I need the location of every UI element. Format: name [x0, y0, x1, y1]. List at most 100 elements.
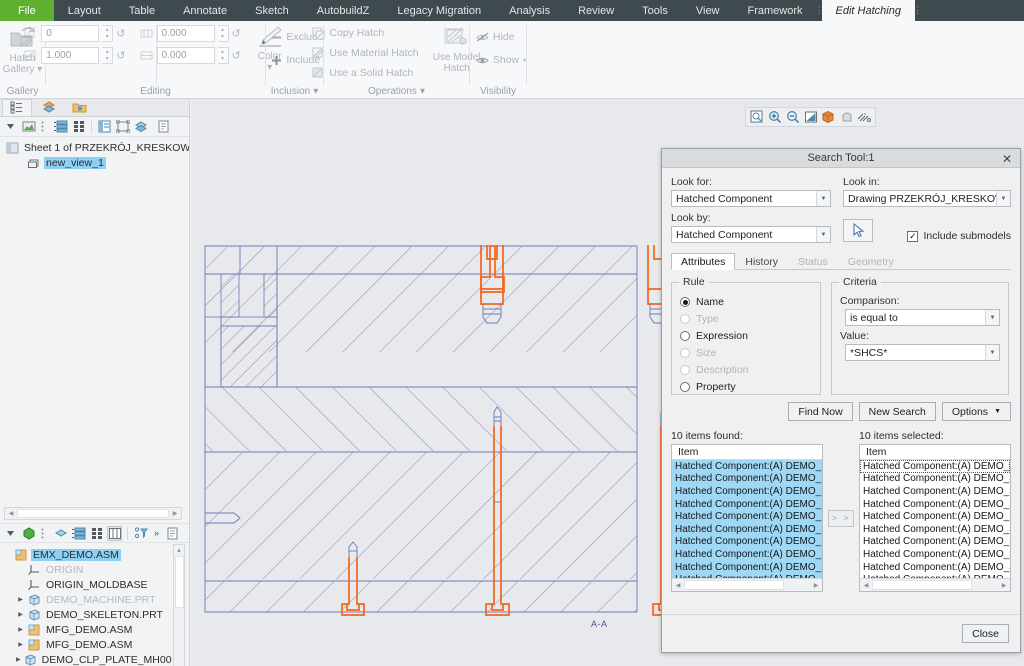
- more-icon[interactable]: [39, 526, 45, 541]
- columns-icon[interactable]: [71, 119, 86, 134]
- scroll-right-icon[interactable]: ▶: [998, 582, 1010, 589]
- annotation-display-icon[interactable]: x: [856, 109, 873, 126]
- tree-item[interactable]: ▶ MFG_DEMO.ASM: [3, 622, 172, 637]
- list-item[interactable]: Hatched Component:(A) DEMO_SH: [672, 485, 822, 498]
- items-found-list[interactable]: Item Hatched Component:(A) DEMO_SH Hatche…: [671, 444, 823, 592]
- model-icon[interactable]: [21, 526, 36, 541]
- list-item[interactable]: Hatched Component:(A) DEMO_SH: [860, 536, 1010, 549]
- scroll-track[interactable]: [872, 580, 972, 590]
- list-item[interactable]: Hatched Component:(A) DEMO_SH: [672, 522, 822, 536]
- ribbon-group-inclusion-label[interactable]: Inclusion ▾: [271, 84, 319, 99]
- hatch-offset-x-reset-icon[interactable]: ↺: [232, 27, 241, 40]
- list-item[interactable]: Hatched Component:(A) DEMO_SH: [672, 510, 822, 523]
- list-item[interactable]: Hatched Component:(A) DEMO_SH: [860, 523, 1010, 536]
- move-to-selected-button[interactable]: > >: [828, 509, 854, 527]
- use-solid-hatch-button[interactable]: Use a Solid Hatch: [309, 64, 421, 82]
- ribbon-tab-file[interactable]: File: [0, 0, 54, 21]
- list-item[interactable]: Hatched Component:(A) DEMO_SH: [672, 560, 822, 574]
- hatch-offset-x-spinner[interactable]: ▲ ▼: [217, 25, 229, 42]
- tree-item[interactable]: ▶ MFG_DEMO.ASM: [3, 637, 172, 652]
- scroll-track[interactable]: [684, 580, 784, 590]
- value-combo[interactable]: *SHCS* ▼: [845, 344, 1000, 361]
- chevron-down-icon[interactable]: ▼: [996, 191, 1010, 206]
- hatch-offset-x-input[interactable]: 0.000: [156, 25, 215, 42]
- include-submodels-checkbox[interactable]: ✓: [907, 230, 919, 242]
- tree-item[interactable]: ORIGIN_MOLDBASE: [3, 577, 172, 592]
- list-item[interactable]: Hatched Component:(A) DEMO_SH: [672, 460, 822, 473]
- ribbon-tab-review[interactable]: Review: [564, 0, 628, 21]
- dialog-tab-history[interactable]: History: [735, 253, 788, 270]
- radio-icon[interactable]: [680, 382, 690, 392]
- frame-icon[interactable]: [115, 119, 130, 134]
- ribbon-tab-view[interactable]: View: [682, 0, 734, 21]
- radio-icon[interactable]: [680, 297, 690, 307]
- comparison-combo[interactable]: is equal to ▼: [845, 309, 1000, 326]
- list-item[interactable]: Hatched Component:(A) DEMO_SH: [860, 473, 1010, 486]
- show-button[interactable]: Show ▾: [473, 51, 529, 69]
- expand-arrow-icon[interactable]: ▶: [16, 596, 25, 603]
- zoom-in-icon[interactable]: [766, 109, 783, 126]
- expand-arrow-icon[interactable]: ▶: [16, 611, 25, 618]
- filter-arrow-icon[interactable]: [3, 526, 18, 541]
- hatch-offset-y-spinner[interactable]: ▲ ▼: [217, 47, 229, 64]
- list-item[interactable]: Hatched Component:(A) DEMO_SH: [672, 472, 822, 486]
- zoom-out-icon[interactable]: [784, 109, 801, 126]
- options-button[interactable]: Options ▼: [941, 402, 1011, 421]
- hatch-angle-spinner[interactable]: ▲ ▼: [102, 25, 114, 42]
- items-found-hscrollbar[interactable]: ◀ ▶: [672, 578, 822, 591]
- ribbon-tab-sketch[interactable]: Sketch: [241, 0, 303, 21]
- layer-icon[interactable]: [53, 526, 68, 541]
- chevron-down-icon[interactable]: ▼: [816, 191, 830, 206]
- layer-tree-tab[interactable]: [33, 99, 63, 116]
- hatch-offset-y-reset-icon[interactable]: ↺: [232, 49, 241, 62]
- copy-hatch-button[interactable]: Copy Hatch: [309, 24, 421, 42]
- scroll-track[interactable]: [17, 509, 169, 518]
- list-item[interactable]: Hatched Component:(A) DEMO_SH: [860, 548, 1010, 561]
- list-item[interactable]: Hatched Component:(A) DEMO_SH: [860, 498, 1010, 511]
- chevron-down-icon[interactable]: ▼: [816, 227, 830, 242]
- hatch-scale-reset-icon[interactable]: ↺: [116, 49, 125, 62]
- display-icon[interactable]: [21, 119, 36, 134]
- ribbon-tab-layout[interactable]: Layout: [54, 0, 115, 21]
- more-icon[interactable]: [39, 119, 45, 134]
- scroll-right-icon[interactable]: ▶: [810, 582, 822, 589]
- expand-arrow-icon[interactable]: ▶: [16, 626, 25, 633]
- ribbon-tab-tools[interactable]: Tools: [628, 0, 682, 21]
- rule-option-property[interactable]: Property: [680, 380, 812, 394]
- tree-item[interactable]: ▶ DEMO_CLP_PLATE_MH001.PRT: [3, 652, 172, 666]
- dialog-title-bar[interactable]: Search Tool:1 ✕: [662, 149, 1020, 168]
- hide-button[interactable]: Hide: [473, 28, 518, 46]
- tree-item[interactable]: ▶ DEMO_SKELETON.PRT: [3, 607, 172, 622]
- list-item[interactable]: Hatched Component:(A) DEMO_SH: [672, 497, 822, 511]
- scroll-left-icon[interactable]: ◀: [672, 582, 684, 589]
- expand-arrow-icon[interactable]: ▶: [16, 656, 21, 663]
- dialog-tab-attributes[interactable]: Attributes: [671, 253, 736, 270]
- tree-item[interactable]: EMX_DEMO.ASM: [3, 547, 172, 562]
- list-settings-icon[interactable]: [53, 119, 68, 134]
- export-icon[interactable]: [156, 119, 171, 134]
- list-item[interactable]: Hatched Component:(A) DEMO_SH: [860, 561, 1010, 574]
- model-tree[interactable]: EMX_DEMO.ASM ORIGIN ORIGIN_MOLDBASE ▶ DEMO_M…: [0, 544, 172, 666]
- rule-option-expression[interactable]: Expression: [680, 329, 812, 343]
- search-tool-dialog[interactable]: Search Tool:1 ✕ Look for: Hatched Compon…: [661, 148, 1021, 653]
- items-selected-column-header[interactable]: Item: [860, 445, 1010, 460]
- ribbon-tab-annotate[interactable]: Annotate: [169, 0, 241, 21]
- scroll-thumb[interactable]: [174, 556, 184, 608]
- display-style-icon[interactable]: [820, 109, 837, 126]
- filter-tree-icon[interactable]: [133, 526, 148, 541]
- tree-item[interactable]: ▶ DEMO_MACHINE.PRT: [3, 592, 172, 607]
- find-now-button[interactable]: Find Now: [788, 402, 853, 421]
- zoom-refit-icon[interactable]: [748, 109, 765, 126]
- ribbon-tab-framework[interactable]: Framework: [734, 0, 817, 21]
- new-search-button[interactable]: New Search: [858, 402, 936, 421]
- folder-tab[interactable]: [64, 99, 94, 116]
- scroll-left-icon[interactable]: ◀: [5, 510, 17, 517]
- tree-item[interactable]: Sheet 1 of PRZEKRÓJ_KRESKOWANIE.DRW: [3, 140, 189, 155]
- layers-icon[interactable]: [133, 119, 148, 134]
- hatch-scale-spinner[interactable]: ▲ ▼: [102, 47, 114, 64]
- scroll-up-icon[interactable]: ▲: [176, 545, 182, 556]
- tree-item[interactable]: ORIGIN: [3, 562, 172, 577]
- hatch-scale-input[interactable]: 1.000: [41, 47, 100, 64]
- appearance-icon[interactable]: [838, 109, 855, 126]
- ribbon-tab-edit-hatching[interactable]: Edit Hatching: [821, 0, 915, 21]
